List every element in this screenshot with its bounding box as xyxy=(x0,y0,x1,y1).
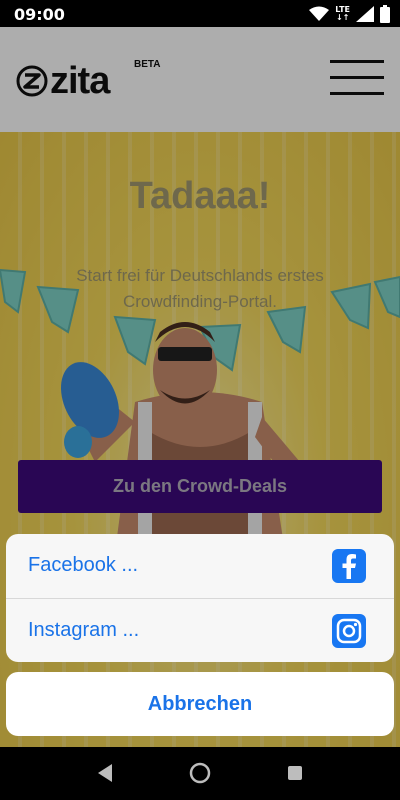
system-nav-bar xyxy=(0,747,400,800)
share-option-label: Facebook ... xyxy=(28,554,139,576)
back-icon[interactable] xyxy=(92,760,118,786)
status-time: 09:00 xyxy=(14,5,65,24)
facebook-icon xyxy=(332,549,366,583)
instagram-icon xyxy=(332,614,366,648)
battery-icon xyxy=(380,5,390,23)
share-option-label: Instagram ... xyxy=(28,619,140,641)
status-bar: 09:00 LTE ↓↑ xyxy=(0,0,400,27)
share-option-facebook[interactable]: Facebook ... xyxy=(6,534,394,598)
cancel-button[interactable]: Abbrechen xyxy=(6,672,394,736)
share-option-instagram[interactable]: Instagram ... xyxy=(6,598,394,662)
status-icons: LTE ↓↑ xyxy=(309,4,390,24)
recents-icon[interactable] xyxy=(282,760,308,786)
lte-indicator: LTE ↓↑ xyxy=(335,6,350,22)
home-icon[interactable] xyxy=(187,760,213,786)
signal-icon xyxy=(356,6,374,22)
wifi-icon xyxy=(309,6,330,21)
share-sheet: Facebook ... Instagram ... xyxy=(6,534,394,662)
data-arrows-icon: ↓↑ xyxy=(335,13,350,22)
